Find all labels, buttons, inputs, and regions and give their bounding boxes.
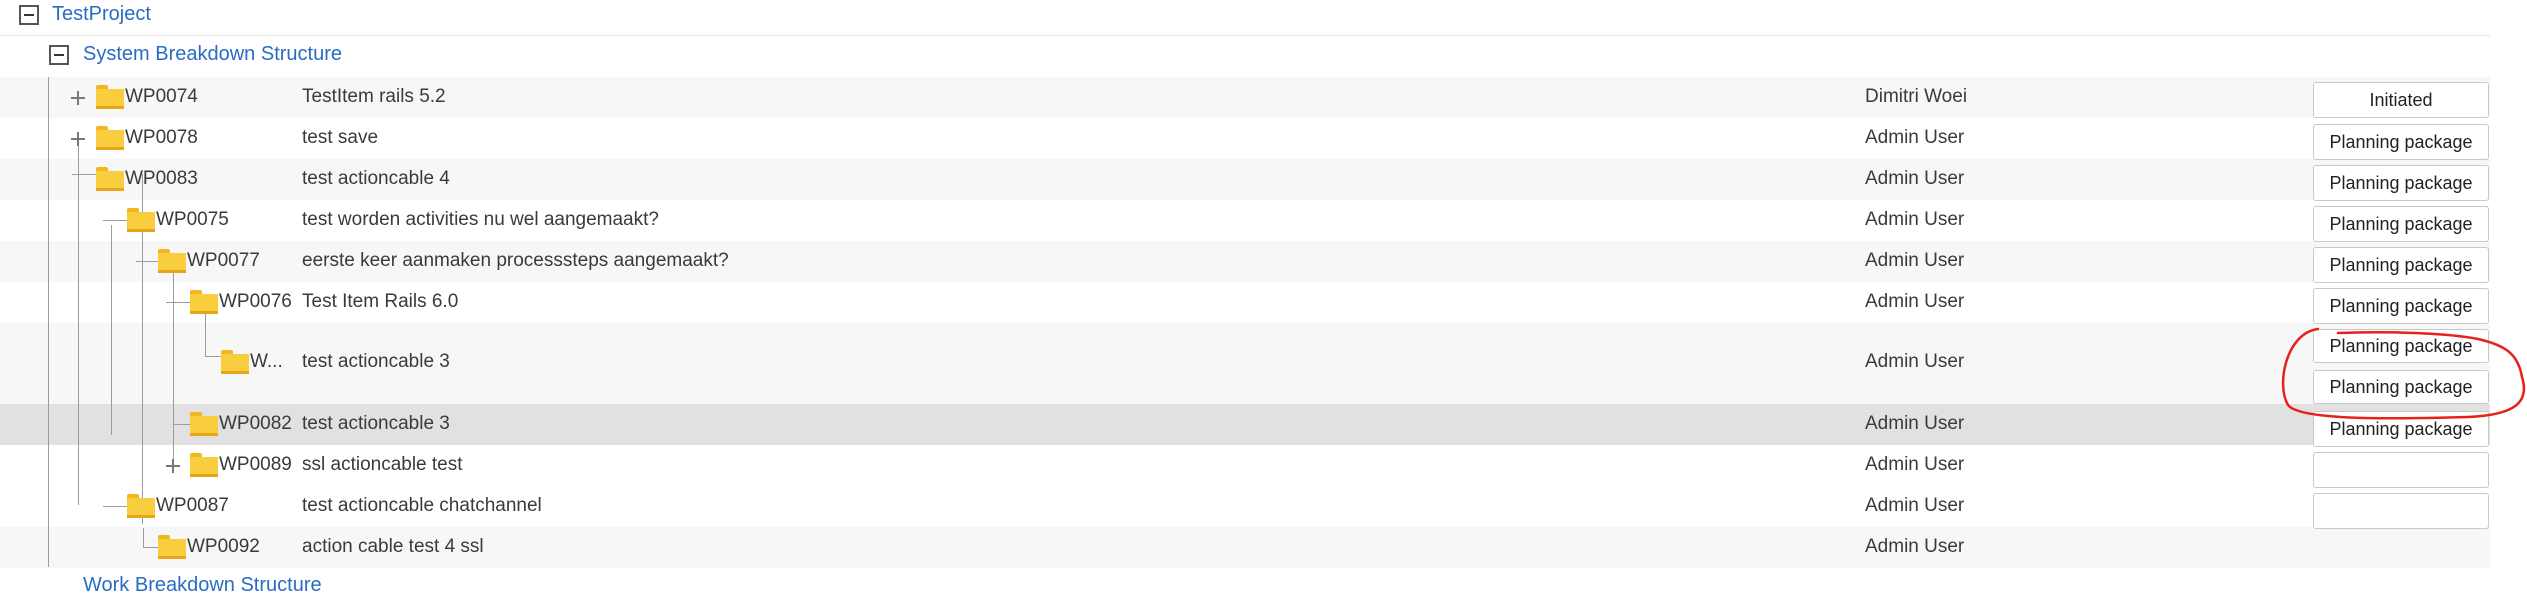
folder-icon — [190, 290, 218, 314]
item-code[interactable]: WP0077 — [187, 250, 260, 272]
item-code[interactable]: W... — [250, 351, 283, 373]
red-annotation-circle — [2281, 327, 2526, 420]
folder-icon — [96, 167, 124, 191]
folder-icon — [221, 350, 249, 374]
item-name[interactable]: test actioncable chatchannel — [302, 495, 542, 517]
item-code[interactable]: WP0074 — [125, 86, 198, 108]
item-owner: Admin User — [1865, 209, 1965, 230]
tree-guide-line — [143, 528, 144, 548]
item-code[interactable]: WP0089 — [219, 454, 292, 476]
item-name[interactable]: test actioncable 4 — [302, 168, 450, 190]
status-button[interactable]: Planning package — [2313, 206, 2489, 242]
tree-guide-line — [111, 225, 112, 435]
item-name[interactable]: TestItem rails 5.2 — [302, 86, 446, 108]
folder-icon — [96, 126, 124, 150]
item-owner: Admin User — [1865, 495, 1965, 516]
sbs-title-link[interactable]: System Breakdown Structure — [83, 43, 342, 66]
item-name[interactable]: test actioncable 3 — [302, 351, 450, 373]
item-owner: Admin User — [1865, 291, 1965, 312]
item-owner: Dimitri Woei — [1865, 86, 1968, 107]
status-button-empty[interactable] — [2313, 493, 2489, 529]
item-owner: Admin User — [1865, 454, 1965, 475]
item-name[interactable]: test save — [302, 127, 378, 149]
item-code[interactable]: WP0083 — [125, 168, 198, 190]
item-owner: Admin User — [1865, 536, 1965, 557]
tree-connector — [72, 174, 96, 175]
expand-plus-icon[interactable] — [166, 459, 180, 473]
expand-plus-icon[interactable] — [71, 132, 85, 146]
item-owner: Admin User — [1865, 413, 1965, 434]
status-button[interactable]: Planning package — [2313, 288, 2489, 324]
tree-guide-line — [78, 145, 79, 505]
item-owner: Admin User — [1865, 168, 1965, 189]
status-button[interactable]: Initiated — [2313, 82, 2489, 118]
folder-icon — [190, 412, 218, 436]
status-button[interactable]: Planning package — [2313, 247, 2489, 283]
item-name[interactable]: ssl actioncable test — [302, 454, 463, 476]
item-name[interactable]: Test Item Rails 6.0 — [302, 291, 458, 313]
item-code[interactable]: WP0078 — [125, 127, 198, 149]
tree-connector — [166, 302, 190, 303]
tree-connector — [103, 220, 127, 221]
item-owner: Admin User — [1865, 250, 1965, 271]
collapse-toggle-project[interactable] — [19, 5, 39, 25]
item-code[interactable]: WP0075 — [156, 209, 229, 231]
project-title-link[interactable]: TestProject — [52, 3, 151, 26]
collapse-toggle-sbs[interactable] — [49, 45, 69, 65]
tree-connector — [103, 506, 127, 507]
status-button[interactable]: Planning package — [2313, 165, 2489, 201]
item-code[interactable]: WP0092 — [187, 536, 260, 558]
folder-icon — [158, 249, 186, 273]
folder-icon — [190, 453, 218, 477]
header-divider — [0, 35, 2490, 36]
folder-icon — [158, 535, 186, 559]
item-owner: Admin User — [1865, 127, 1965, 148]
item-name[interactable]: test worden activities nu wel aangemaakt… — [302, 209, 659, 231]
folder-icon — [96, 85, 124, 109]
item-owner: Admin User — [1865, 351, 1965, 372]
status-button[interactable]: Planning package — [2313, 124, 2489, 160]
tree-guide-line — [48, 77, 49, 567]
item-name[interactable]: eerste keer aanmaken processsteps aangem… — [302, 250, 729, 272]
item-name[interactable]: action cable test 4 ssl — [302, 536, 484, 558]
tree-connector — [136, 261, 160, 262]
folder-icon — [127, 494, 155, 518]
item-code[interactable]: WP0087 — [156, 495, 229, 517]
item-code[interactable]: WP0076 — [219, 291, 292, 313]
item-name[interactable]: test actioncable 3 — [302, 413, 450, 435]
wbs-title-link[interactable]: Work Breakdown Structure — [83, 574, 322, 597]
status-button-empty[interactable] — [2313, 452, 2489, 488]
tree-guide-line — [173, 268, 174, 468]
tree-connector — [173, 424, 191, 425]
tree-guide-line — [205, 310, 206, 356]
folder-icon — [127, 208, 155, 232]
item-code[interactable]: WP0082 — [219, 413, 292, 435]
expand-plus-icon[interactable] — [71, 91, 85, 105]
